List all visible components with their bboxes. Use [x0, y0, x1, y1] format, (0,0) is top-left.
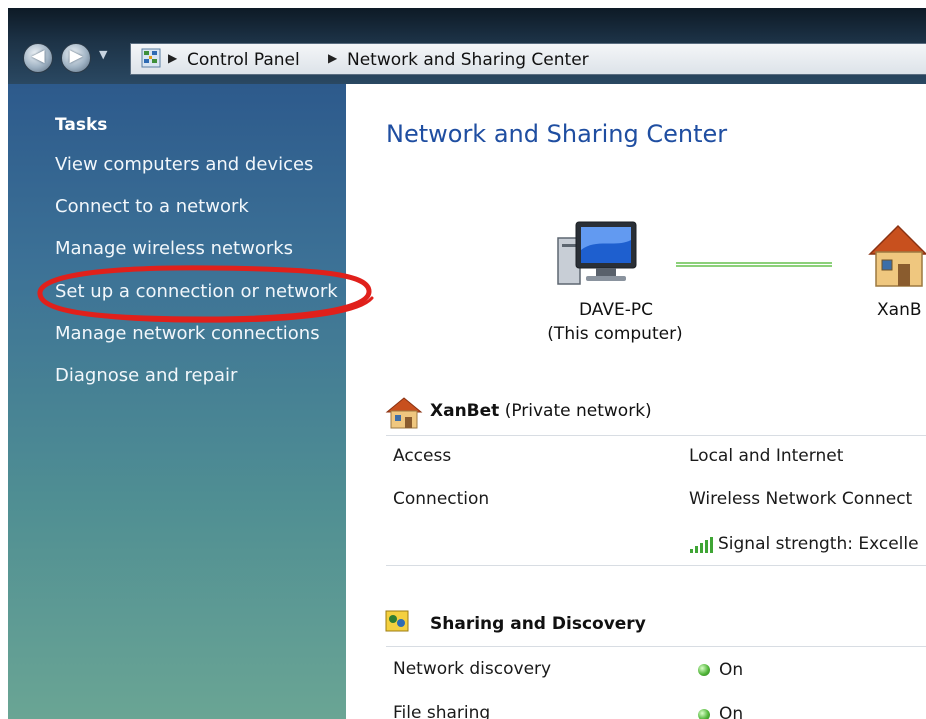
sharing-section-title: Sharing and Discovery [430, 614, 646, 634]
connection-value[interactable]: Wireless Network Connect [689, 489, 912, 509]
status-on-icon [698, 664, 710, 676]
highlight-circle-annotation [37, 265, 374, 323]
breadcrumb-control-panel[interactable]: Control Panel [187, 50, 300, 70]
divider [386, 646, 926, 647]
breadcrumb-arrow-icon[interactable]: ▶ [168, 51, 177, 65]
signal-strength-text: Signal strength: Excelle [718, 534, 919, 554]
access-label: Access [393, 446, 452, 466]
title-bar: ◀ ▶ ▼ ▶ Control Panel ▶ Network and Shar… [8, 8, 926, 84]
file-sharing-value: On [719, 704, 744, 719]
back-arrow-icon: ◀ [31, 46, 45, 66]
network-house-icon[interactable] [866, 218, 926, 294]
status-on-icon [698, 709, 710, 719]
sidebar-title: Tasks [55, 115, 108, 135]
computer-subtitle: (This computer) [547, 324, 683, 344]
network-discovery-label: Network discovery [393, 659, 552, 679]
sidebar-item-diagnose[interactable]: Diagnose and repair [55, 365, 237, 386]
network-type: (Private network) [504, 401, 652, 421]
sidebar-item-manage-wireless[interactable]: Manage wireless networks [55, 238, 293, 259]
sharing-discovery-icon [385, 610, 409, 632]
tasks-sidebar: Tasks View computers and devices Connect… [8, 84, 374, 719]
connection-label: Connection [393, 489, 490, 509]
network-title: XanBet (Private network) [430, 401, 652, 421]
back-button[interactable]: ◀ [23, 43, 53, 73]
sidebar-item-view-computers[interactable]: View computers and devices [55, 154, 313, 175]
breadcrumb-arrow-icon[interactable]: ▶ [328, 51, 337, 65]
address-bar[interactable]: ▶ Control Panel ▶ Network and Sharing Ce… [130, 43, 926, 75]
forward-button[interactable]: ▶ [61, 43, 91, 73]
page-title: Network and Sharing Center [386, 120, 728, 148]
sidebar-item-manage-connections[interactable]: Manage network connections [55, 323, 320, 344]
network-name: XanBet [430, 401, 500, 421]
computer-name: DAVE-PC [579, 300, 653, 320]
forward-arrow-icon: ▶ [69, 46, 83, 66]
network-discovery-value: On [719, 660, 744, 680]
divider [386, 565, 926, 566]
signal-strength-icon [690, 537, 713, 553]
history-dropdown-button[interactable]: ▼ [99, 48, 107, 61]
window: ◀ ▶ ▼ ▶ Control Panel ▶ Network and Shar… [0, 0, 926, 719]
chevron-down-icon: ▼ [99, 48, 108, 61]
breadcrumb-network-center[interactable]: Network and Sharing Center [347, 50, 589, 70]
access-value: Local and Internet [689, 446, 844, 466]
divider [386, 435, 926, 436]
control-panel-icon [141, 48, 161, 68]
network-map-label: XanB [877, 300, 922, 320]
connection-line [676, 262, 832, 267]
file-sharing-label: File sharing [393, 703, 491, 719]
computer-icon[interactable] [556, 218, 640, 294]
sidebar-item-connect-network[interactable]: Connect to a network [55, 196, 249, 217]
network-house-icon [385, 397, 423, 429]
